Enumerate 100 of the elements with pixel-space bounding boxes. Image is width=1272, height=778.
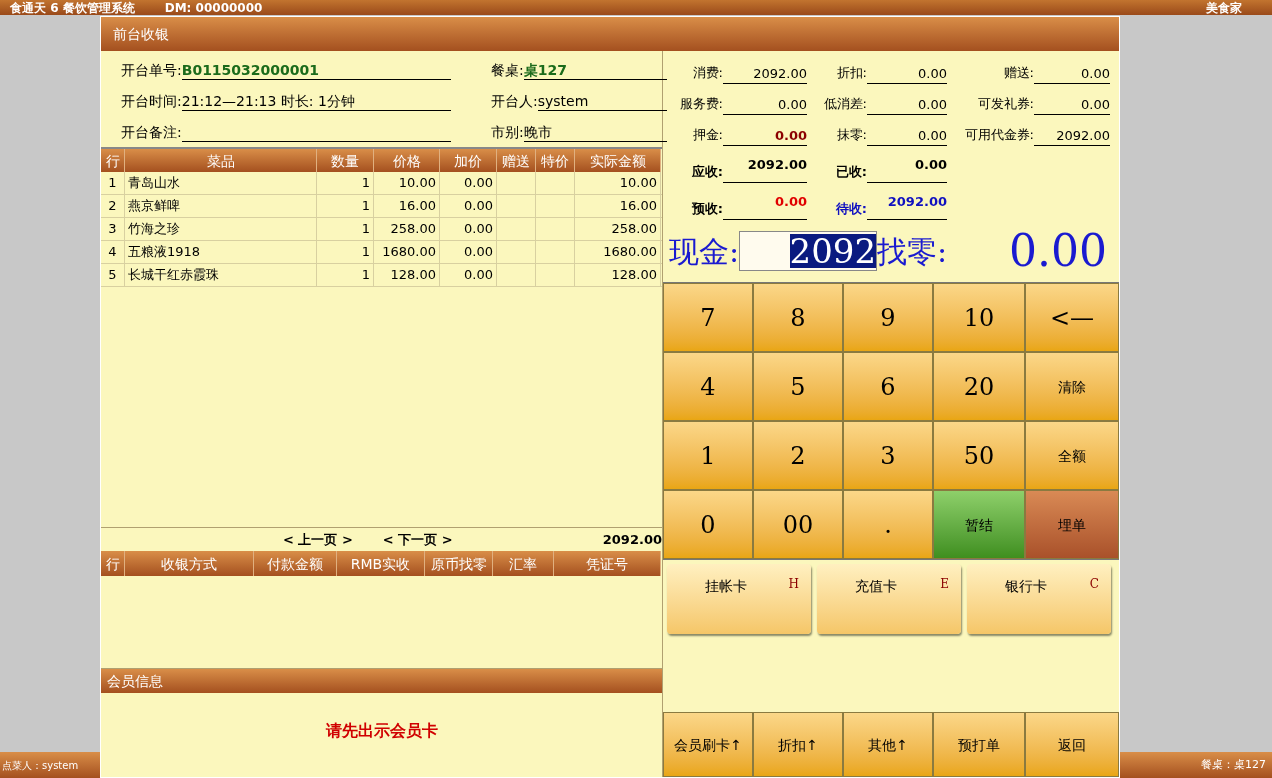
next-page-link[interactable]: < 下一页 > <box>382 529 453 550</box>
table-cell-text: 0.00 <box>464 243 493 262</box>
field-label: 开台单号: <box>121 61 182 81</box>
prev-page-link[interactable]: < 上一页 > <box>283 529 353 550</box>
summary-label: 预收: <box>690 199 723 218</box>
summary-label: 押金: <box>691 125 723 144</box>
field-label: 开台人: <box>491 92 538 111</box>
change-amount: 0.00 <box>1009 224 1107 278</box>
column-header: 实际金额 <box>575 149 661 172</box>
window-title: 前台收银 <box>101 17 1119 51</box>
summary-label: 服务费: <box>678 94 723 113</box>
summary-value: 0.00 <box>1034 63 1110 84</box>
column-header: 行 <box>101 551 125 576</box>
column-header: 原币找零 <box>425 551 493 576</box>
table-cell-text: 5 <box>108 266 117 285</box>
summary-label: 可发礼券: <box>976 94 1034 113</box>
keypad-key[interactable]: 0 <box>663 490 753 559</box>
table-cell-text: 2 <box>108 197 117 216</box>
column-header: 加价 <box>440 149 497 172</box>
field-label: 市别: <box>491 122 524 142</box>
summary-label: 可用代金券: <box>963 125 1034 144</box>
keypad-key[interactable]: 2 <box>753 421 843 490</box>
keypad-key[interactable]: 8 <box>753 283 843 352</box>
summary-value: 0.00 <box>867 94 947 115</box>
keypad-key[interactable]: 1 <box>663 421 753 490</box>
keypad-key[interactable]: <— <box>1025 283 1119 352</box>
section-header: 会员信息 <box>101 668 662 693</box>
keypad-key[interactable]: 3 <box>843 421 933 490</box>
table-cell-text: 1 <box>108 174 117 193</box>
summary-value: 2092.00 <box>1034 125 1110 146</box>
table-cell-text: 竹海之珍 <box>128 220 180 239</box>
summary-label: 低消差: <box>822 94 867 113</box>
table-cell-text: 16.00 <box>619 197 657 216</box>
change-label: 找零: <box>877 232 948 271</box>
summary-value: 0.00 <box>723 125 807 146</box>
table-cell-text: 1 <box>361 243 370 262</box>
keypad-key[interactable]: 50 <box>933 421 1025 490</box>
summary-value: 0.00 <box>723 191 807 220</box>
cash-input[interactable]: 2092 <box>739 231 878 271</box>
table-cell-text: 青岛山水 <box>128 174 180 193</box>
field-label: 餐桌: <box>491 61 524 81</box>
summary-value: 2092.00 <box>723 154 807 183</box>
brand-name: 美食家 <box>1206 1 1242 14</box>
action-button[interactable]: 会员刷卡↑ <box>663 712 753 777</box>
status-bar: 点菜人：system <box>0 752 100 778</box>
table-cell-text: 1 <box>361 197 370 216</box>
table-cell-text: 1 <box>361 174 370 193</box>
keypad-key[interactable]: . <box>843 490 933 559</box>
table-cell-text: 10.00 <box>619 174 657 193</box>
column-header: 付款金额 <box>254 551 337 576</box>
summary-value: 0.00 <box>867 154 947 183</box>
field-value: 21:12—21:13 时长: 1分钟 <box>181 91 451 111</box>
table-cell-text: 10.00 <box>398 174 436 193</box>
keypad-key[interactable]: 10 <box>933 283 1025 352</box>
action-button[interactable]: 预打单 <box>933 712 1025 777</box>
summary-value: 2092.00 <box>723 63 807 84</box>
summary-value: 0.00 <box>867 63 947 84</box>
table-cell-text: 1680.00 <box>603 243 657 262</box>
summary-value: 0.00 <box>1034 94 1110 115</box>
keypad-key[interactable]: 7 <box>663 283 753 352</box>
summary-value: 2092.00 <box>867 191 947 220</box>
keypad-key[interactable]: 9 <box>843 283 933 352</box>
table-cell-text: 128.00 <box>390 266 436 285</box>
action-button[interactable]: 折扣↑ <box>753 712 843 777</box>
field-value: 晚市 <box>523 121 667 142</box>
table-cell-text: 4 <box>108 243 117 262</box>
field-value: system <box>537 91 667 111</box>
column-header: 价格 <box>374 149 440 172</box>
table-cell-text: 五粮液1918 <box>128 243 201 262</box>
summary-label: 抹零: <box>835 125 867 144</box>
status-bar: 餐桌：桌127 <box>1120 752 1272 778</box>
table-cell-text: 16.00 <box>398 197 436 216</box>
column-header: 收银方式 <box>125 551 254 576</box>
keypad-key[interactable]: 6 <box>843 352 933 421</box>
field-label: 开台备注: <box>121 122 182 142</box>
keypad-key[interactable]: 00 <box>753 490 843 559</box>
payment-card-button[interactable]: 银行卡 C <box>967 564 1111 634</box>
table-cell-text: 燕京鲜啤 <box>128 197 180 216</box>
cash-label: 现金: <box>669 232 740 271</box>
summary-label: 已收: <box>834 162 867 181</box>
column-header: 行 <box>101 149 125 172</box>
keypad-key[interactable]: 全额 <box>1025 421 1119 490</box>
keypad-key[interactable]: 5 <box>753 352 843 421</box>
table-cell-text: 0.00 <box>464 197 493 216</box>
action-button[interactable]: 其他↑ <box>843 712 933 777</box>
keypad-key[interactable]: 清除 <box>1025 352 1119 421</box>
column-header: 特价 <box>536 149 575 172</box>
summary-label: 折扣: <box>835 63 867 82</box>
keypad-key[interactable]: 暂结 <box>933 490 1025 559</box>
summary-value: 0.00 <box>867 125 947 146</box>
column-header: 赠送 <box>497 149 536 172</box>
payment-card-button[interactable]: 充值卡 E <box>817 564 961 634</box>
action-button[interactable]: 返回 <box>1025 712 1119 777</box>
keypad-key[interactable]: 20 <box>933 352 1025 421</box>
payment-card-button[interactable]: 挂帐卡 H <box>667 564 811 634</box>
keypad-key[interactable]: 4 <box>663 352 753 421</box>
table-cell-text: 258.00 <box>611 220 657 239</box>
column-header: 凭证号 <box>554 551 661 576</box>
page-total: 2092.00 <box>602 530 662 549</box>
keypad-key[interactable]: 埋单 <box>1025 490 1119 559</box>
